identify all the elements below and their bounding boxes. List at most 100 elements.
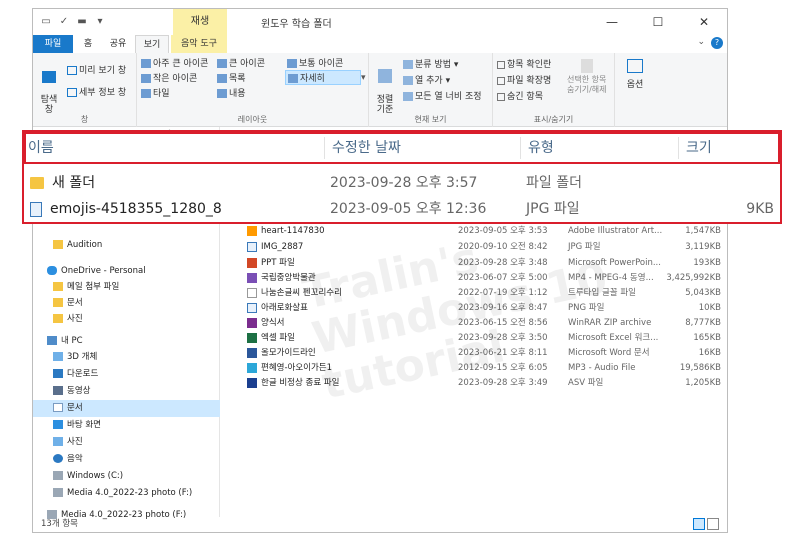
options-group: 옵션 xyxy=(615,53,655,127)
file-row[interactable]: 엑셀 파일 2023-09-28 오후 3:50 Microsoft Excel 워… xyxy=(221,331,727,346)
group-by-button[interactable]: 분류 방법 ▾ xyxy=(403,57,458,70)
size-all-columns-button[interactable]: 모든 열 너비 조정 xyxy=(403,89,482,102)
nav-item-onedrive[interactable]: OneDrive - Personal xyxy=(33,263,220,280)
help-icon[interactable]: ? xyxy=(711,37,723,49)
properties-icon[interactable]: ✓ xyxy=(57,15,71,29)
file-row[interactable]: 편혜영-아오이가든1 2012-09-15 오후 6:05 MP3 - Audio … xyxy=(221,361,727,376)
image-file-icon xyxy=(247,302,257,313)
nav-item-desktop[interactable]: 바탕 화면 xyxy=(33,417,220,434)
small-icons-option[interactable]: 작은 아이콘 xyxy=(141,71,197,84)
file-type: Adobe Illustrator Art... xyxy=(568,226,663,236)
nav-item-audition[interactable]: Audition xyxy=(33,237,220,254)
nav-item-downloads[interactable]: 다운로드 xyxy=(33,366,220,383)
nav-item-label: 내 PC xyxy=(61,336,83,346)
layout-more-icon[interactable]: ▾ xyxy=(361,73,366,83)
table-row[interactable]: 새 폴더 2023-09-28 오후 3:57 파일 폴더 xyxy=(24,170,780,196)
minimize-button[interactable]: — xyxy=(589,9,635,35)
nav-item-label: 동영상 xyxy=(67,386,91,396)
large-icons-option[interactable]: 큰 아이콘 xyxy=(217,56,265,69)
close-button[interactable]: ✕ xyxy=(681,9,727,35)
nav-item-documents[interactable]: 문서 xyxy=(33,400,220,417)
file-row[interactable]: heart-1147830 2023-09-05 오후 3:53 Adobe Ill… xyxy=(221,224,727,239)
file-size: 165KB xyxy=(693,333,721,343)
file-date: 2012-09-15 오후 6:05 xyxy=(458,363,548,373)
file-size: 8,777KB xyxy=(685,318,721,328)
panes-group-label: 창 xyxy=(80,115,89,124)
tab-share[interactable]: 공유 xyxy=(103,35,133,53)
file-extensions-toggle[interactable]: 파일 확장명 xyxy=(497,73,551,86)
file-date: 2023-09-28 오후 3:50 xyxy=(458,333,548,343)
nav-item-pictures[interactable]: 사진 xyxy=(33,434,220,451)
column-header-type[interactable]: 유형 xyxy=(528,134,554,162)
medium-icons-icon xyxy=(287,59,297,68)
extra-large-icons-option[interactable]: 아주 큰 아이콘 xyxy=(141,56,208,69)
small-icons-label: 작은 아이콘 xyxy=(153,74,198,84)
options-button[interactable]: 옵션 xyxy=(621,59,649,90)
nav-item-onedrive-pictures[interactable]: 사진 xyxy=(33,311,220,328)
file-type: MP3 - Audio File xyxy=(568,363,636,373)
new-folder-icon[interactable]: ▬ xyxy=(75,15,89,29)
column-header-date[interactable]: 수정한 날짜 xyxy=(332,134,401,162)
explorer-window: ▭ ✓ ▬ ▾ 재생 윈도우 학습 폴더 — ☐ ✕ 파일 홈 공유 보기 음악… xyxy=(32,8,728,533)
file-row[interactable]: PPT 파일 2023-09-28 오후 3:48 Microsoft PowerP… xyxy=(221,256,727,271)
medium-icons-option[interactable]: 보통 아이콘 xyxy=(287,56,343,69)
column-divider[interactable] xyxy=(324,137,325,159)
maximize-button[interactable]: ☐ xyxy=(635,9,681,35)
file-date: 2023-06-21 오후 8:11 xyxy=(458,348,548,358)
column-divider[interactable] xyxy=(520,137,521,159)
preview-pane-button[interactable]: 미리 보기 창 xyxy=(67,63,126,76)
tiles-option[interactable]: 타일 xyxy=(141,86,170,99)
file-size: 1,547KB xyxy=(685,226,721,236)
column-header-name[interactable]: 이름 xyxy=(28,134,54,162)
folder-icon[interactable]: ▭ xyxy=(39,15,53,29)
add-columns-button[interactable]: 열 추가 ▾ xyxy=(403,73,450,86)
item-checkboxes-toggle[interactable]: 항목 확인란 xyxy=(497,57,551,70)
nav-item-music[interactable]: 음악 xyxy=(33,451,220,468)
nav-item-onedrive-documents[interactable]: 문서 xyxy=(33,295,220,312)
customize-toolbar-icon[interactable]: ▾ xyxy=(93,15,107,29)
tab-home[interactable]: 홈 xyxy=(75,35,101,53)
sort-by-button[interactable]: 정렬 기준 xyxy=(373,59,397,115)
nav-item-label: 3D 개체 xyxy=(67,352,98,362)
nav-pane-button[interactable]: 탐색 창 xyxy=(39,61,59,115)
file-row[interactable]: 한글 비정상 종료 파일 2023-09-28 오후 3:49 ASV 파일 1,20… xyxy=(221,376,727,391)
list-option[interactable]: 목록 xyxy=(217,71,246,84)
tab-music-tools[interactable]: 음악 도구 xyxy=(171,35,227,53)
jpg-file-icon xyxy=(30,201,42,217)
nav-item-3d-objects[interactable]: 3D 개체 xyxy=(33,349,220,366)
file-type: Microsoft PowerPoin... xyxy=(568,258,661,268)
file-row[interactable]: 올모가이드라인 2023-06-21 오후 8:11 Microsoft Word … xyxy=(221,346,727,361)
details-pane-button[interactable]: 세부 정보 창 xyxy=(67,85,126,98)
nav-item-media-f[interactable]: Media 4.0_2022-23 photo (F:) xyxy=(33,485,220,502)
file-row[interactable]: 나눔손글씨 펜꼬리수리 2022-07-19 오후 1:12 트루타입 글꼴 파일 5… xyxy=(221,286,727,301)
details-option[interactable]: 자세히 xyxy=(285,70,361,85)
nav-item-this-pc[interactable]: 내 PC xyxy=(33,333,220,350)
file-row[interactable]: IMG_2887 2020-09-10 오전 8:42 JPG 파일 3,119KB xyxy=(221,240,727,255)
column-divider[interactable] xyxy=(678,137,679,159)
file-name: IMG_2887 xyxy=(261,242,304,252)
content-option[interactable]: 내용 xyxy=(217,86,246,99)
nav-item-mail-attachments[interactable]: 메일 첨부 파일 xyxy=(33,279,220,296)
nav-item-videos[interactable]: 동영상 xyxy=(33,383,220,400)
drive-icon xyxy=(53,471,63,480)
details-pane-label: 세부 정보 창 xyxy=(79,88,127,98)
file-row[interactable]: 아래로화살표 2023-09-16 오후 8:47 PNG 파일 10KB xyxy=(221,301,727,316)
column-header-size[interactable]: 크기 xyxy=(686,134,712,162)
hidden-items-toggle[interactable]: 숨긴 항목 xyxy=(497,89,543,102)
tab-file[interactable]: 파일 xyxy=(33,35,73,53)
file-row[interactable]: 양식서 2023-06-15 오전 8:56 WinRAR ZIP archive 8… xyxy=(221,316,727,331)
file-row[interactable]: 국립중앙박물관 2023-06-07 오후 5:00 MP4 - MPEG-4 동영… xyxy=(221,271,727,286)
file-size: 9KB xyxy=(746,201,774,217)
hide-selected-button[interactable]: 선택한 항목 숨기기/해제 xyxy=(567,59,611,95)
large-icons-view-icon[interactable] xyxy=(707,518,719,530)
tab-view[interactable]: 보기 xyxy=(135,35,169,53)
details-view-icon[interactable] xyxy=(693,518,705,530)
nav-item-windows-c[interactable]: Windows (C:) xyxy=(33,468,220,485)
group-by-icon xyxy=(403,60,413,69)
file-date: 2023-09-05 오후 3:53 xyxy=(458,226,548,236)
table-row[interactable]: emojis-4518355_1280_8 2023-09-05 오후 12:3… xyxy=(24,196,780,222)
file-size: 19,586KB xyxy=(679,363,721,373)
collapse-ribbon-icon[interactable]: ⌄ xyxy=(697,37,705,47)
list-label: 목록 xyxy=(229,74,246,84)
file-name: 새 폴더 xyxy=(52,175,96,191)
